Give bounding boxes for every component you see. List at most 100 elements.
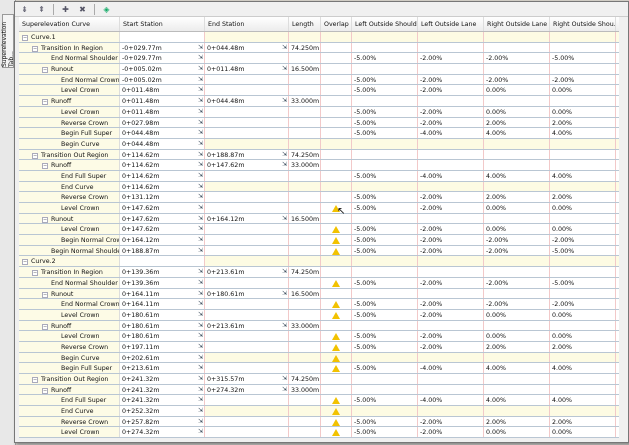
length-cell[interactable]: 16.500m [289,288,321,299]
slope-cell[interactable] [352,32,418,42]
end-station-cell[interactable] [205,256,289,267]
start-station-cell[interactable]: 0+011.48m ⇲ [120,96,205,106]
length-cell[interactable] [289,192,321,202]
pick-station-icon[interactable]: ⇲ [198,332,203,339]
warning-icon[interactable] [332,408,340,416]
curve-cell[interactable]: Level Crown [19,309,120,320]
slope-cell[interactable] [418,213,484,224]
pick-station-icon[interactable]: ⇲ [282,215,287,222]
slope-cell[interactable] [550,181,616,192]
length-cell[interactable] [289,170,321,181]
pick-icon[interactable]: ◈ [101,4,112,15]
curve-cell[interactable]: − Runoff [19,160,120,170]
end-station-cell[interactable] [205,192,289,202]
slope-cell[interactable]: 4.00% [484,128,550,138]
slope-cell[interactable] [484,352,550,363]
pick-station-icon[interactable]: ⇲ [198,225,203,232]
table-row[interactable]: Level Crown 0+180.61m ⇲ -5.00% -2.00% 0.00% 0.… [19,331,619,342]
slope-cell[interactable] [550,138,616,149]
start-station-cell[interactable]: 0+257.82m ⇲ [120,416,205,427]
curve-cell[interactable]: − Curve.1 [19,32,120,42]
slope-cell[interactable] [418,64,484,74]
slope-cell[interactable] [418,181,484,192]
start-station-cell[interactable]: 0+011.48m ⇲ [120,85,205,96]
slope-cell[interactable]: 2.00% [484,341,550,352]
slope-cell[interactable] [550,406,616,416]
warning-icon[interactable] [332,418,340,426]
pick-station-icon[interactable]: ⇲ [282,386,287,393]
slope-cell[interactable] [418,138,484,149]
end-station-cell[interactable] [205,341,289,352]
warning-icon[interactable] [332,301,340,309]
end-station-cell[interactable] [205,138,289,149]
slope-cell[interactable]: 0.00% [484,106,550,117]
pick-station-icon[interactable]: ⇲ [198,97,203,104]
slope-cell[interactable] [352,384,418,395]
slope-cell[interactable] [352,181,418,192]
pick-station-icon[interactable]: ⇲ [282,161,287,168]
collapse-toggle-icon[interactable]: − [22,259,28,266]
curve-cell[interactable]: Reverse Crown [19,117,120,128]
slope-cell[interactable]: -5.00% [352,277,418,288]
length-cell[interactable] [289,32,321,42]
start-station-cell[interactable]: 0+011.48m ⇲ [120,106,205,117]
slope-cell[interactable] [352,352,418,363]
warning-icon[interactable] [332,429,340,437]
table-row[interactable]: Level Crown 0+011.48m ⇲ -5.00% -2.00% 0.00% 0.… [19,106,619,118]
slope-cell[interactable] [550,64,616,74]
length-cell[interactable] [289,203,321,213]
length-cell[interactable] [289,53,321,64]
pick-station-icon[interactable]: ⇲ [198,300,203,307]
curve-cell[interactable]: Begin Curve [19,138,120,149]
start-station-cell[interactable]: 0+188.87m ⇲ [120,245,205,256]
curve-cell[interactable]: − Runoff [19,320,120,331]
slope-cell[interactable]: 4.00% [550,128,616,138]
slope-cell[interactable] [484,288,550,299]
start-station-cell[interactable]: 0+241.32m ⇲ [120,374,205,384]
slope-cell[interactable] [484,149,550,160]
slope-cell[interactable]: 4.00% [550,170,616,181]
curve-cell[interactable]: End Curve [19,406,120,416]
pick-station-icon[interactable]: ⇲ [198,279,203,286]
pick-station-icon[interactable]: ⇲ [198,172,203,179]
curve-cell[interactable]: − Transition In Region [19,267,120,277]
table-row[interactable]: Reverse Crown 0+197.11m ⇲ -5.00% -2.00% 2.00%… [19,341,619,353]
slope-cell[interactable] [352,406,418,416]
slope-cell[interactable] [550,267,616,277]
slope-cell[interactable] [418,256,484,267]
curve-cell[interactable]: Reverse Crown [19,192,120,202]
superelevation-tab[interactable]: Superelevation Tab... [1,14,15,68]
pick-station-icon[interactable]: ⇲ [198,354,203,361]
collapse-toggle-icon[interactable]: − [32,45,38,52]
length-cell[interactable] [289,245,321,256]
end-station-cell[interactable]: 0+164.12m ⇲ [205,213,289,224]
end-station-cell[interactable] [205,106,289,117]
slope-cell[interactable]: -2.00% [418,427,484,438]
start-station-cell[interactable]: 0+139.36m ⇲ [120,267,205,277]
end-station-cell[interactable] [205,181,289,192]
slope-cell[interactable]: 2.00% [550,341,616,352]
curve-cell[interactable]: − Runoff [19,96,120,106]
curve-cell[interactable]: Begin Full Super [19,363,120,373]
slope-cell[interactable]: 0.00% [550,85,616,96]
col-header-left-outside-shoulder[interactable]: Left Outside Should... [352,17,418,31]
end-station-cell[interactable] [205,53,289,64]
slope-cell[interactable]: -4.00% [418,128,484,138]
slope-cell[interactable] [484,320,550,331]
end-station-cell[interactable] [205,117,289,128]
slope-cell[interactable] [418,32,484,42]
col-header-length[interactable]: Length [289,17,321,31]
end-station-cell[interactable]: 0+274.32m ⇲ [205,384,289,395]
slope-cell[interactable] [418,352,484,363]
table-row[interactable]: − Runout 0+164.11m ⇲ 0+180.61m ⇲ 16.500m [19,288,619,300]
slope-cell[interactable] [484,181,550,192]
end-station-cell[interactable] [205,299,289,309]
slope-cell[interactable]: -2.00% [418,331,484,341]
table-row[interactable]: − Runoff 0+241.32m ⇲ 0+274.32m ⇲ 33.000m [19,384,619,396]
curve-cell[interactable]: Level Crown [19,427,120,438]
slope-cell[interactable] [418,96,484,106]
slope-cell[interactable]: -2.00% [418,117,484,128]
start-station-cell[interactable]: 0+114.62m ⇲ [120,170,205,181]
length-cell[interactable] [289,299,321,309]
slope-cell[interactable]: -5.00% [352,331,418,341]
